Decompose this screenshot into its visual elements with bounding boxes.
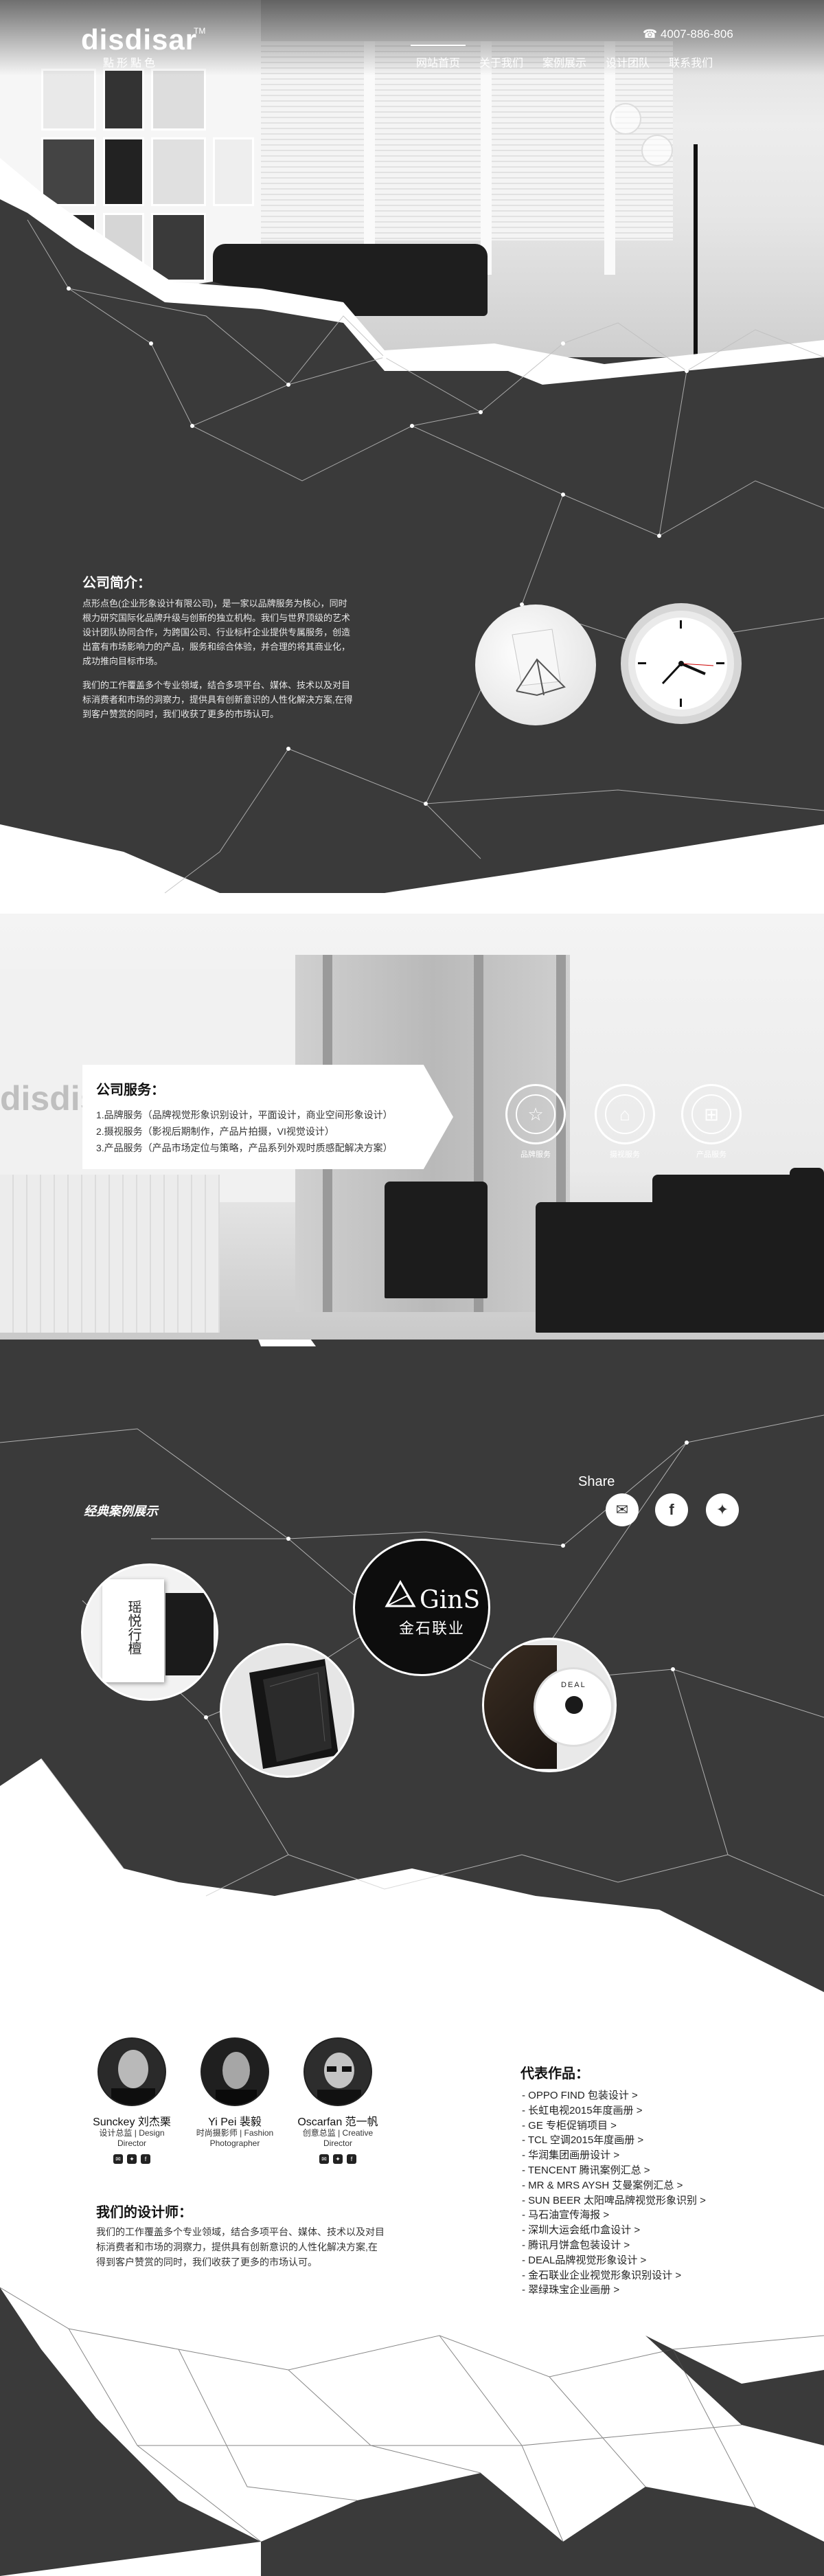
service-line: 1.品牌服务（品牌视觉形象识别设计，平面设计，商业空间形象设计） bbox=[96, 1109, 393, 1120]
avatar-oscarfan[interactable] bbox=[304, 2037, 372, 2106]
about-line: 点形点色(企业形象设计有限公司)，是一家以品牌服务为核心，同时 bbox=[82, 598, 347, 609]
about-title: 公司简介： bbox=[82, 576, 151, 591]
phone-number: ☎ 4007-886-806 bbox=[643, 27, 733, 41]
nav-cases[interactable]: 案例展示 bbox=[533, 54, 596, 70]
chair bbox=[790, 1168, 824, 1333]
services-panel: 公司服务： 1.品牌服务（品牌视觉形象识别设计，平面设计，商业空间形象设计） 2… bbox=[82, 1065, 453, 1169]
service-line: 2.摄视服务（影视后期制作，产品片拍摄，VI视觉设计） bbox=[96, 1126, 334, 1137]
mail-icon[interactable]: ✉ bbox=[319, 2154, 329, 2164]
phone-text: 4007-886-806 bbox=[660, 27, 733, 41]
facebook-icon: f bbox=[669, 1501, 674, 1518]
twitter-icon[interactable]: ✦ bbox=[127, 2154, 137, 2164]
brand-service-label: 品牌服务 bbox=[520, 1151, 551, 1159]
about-line: 设计团队协同合作，为跨国公司、行业标杆企业提供专属服务，创造 bbox=[82, 627, 351, 637]
nav-home[interactable]: 网站首页 bbox=[407, 45, 470, 70]
about-line: 成功推向目标市场。 bbox=[82, 656, 163, 666]
video-service-button[interactable]: ⌂ bbox=[595, 1084, 655, 1144]
case-book[interactable]: 瑶悦行檀 bbox=[81, 1563, 218, 1701]
works-link[interactable]: - SUN BEER 太阳啤品牌视觉形象识别 > bbox=[522, 2193, 706, 2208]
works-link[interactable]: - GE 专柜促销项目 > bbox=[522, 2119, 706, 2134]
case-deal-record[interactable]: DEAL bbox=[482, 1638, 617, 1772]
team-line: 得到客户赞赏的同时，我们收获了更多的市场认可。 bbox=[96, 2257, 317, 2268]
facebook-icon[interactable]: f bbox=[141, 2154, 150, 2164]
deal-text: DEAL bbox=[561, 1681, 586, 1689]
product-stand-image bbox=[475, 605, 596, 725]
gins-logo-cn: 金石联业 bbox=[399, 1620, 466, 1637]
star-icon: ☆ bbox=[516, 1094, 556, 1134]
grid-icon: ⊞ bbox=[691, 1094, 731, 1134]
facebook-icon[interactable]: f bbox=[347, 2154, 356, 2164]
about-line: 我们的工作覆盖多个专业领域，结合多项平台、媒体、技术以及对目 bbox=[82, 680, 351, 690]
camera-icon: ⌂ bbox=[605, 1094, 645, 1134]
team-line: 标消费者和市场的洞察力，提供具有创新意识的人性化解决方案,在 bbox=[96, 2241, 378, 2252]
works-link[interactable]: - 腾讯月饼盒包装设计 > bbox=[522, 2238, 706, 2253]
clock-image bbox=[621, 603, 742, 724]
facebook-share-button[interactable]: f bbox=[655, 1493, 688, 1526]
twitter-icon[interactable]: ✦ bbox=[333, 2154, 343, 2164]
case-gins-logo[interactable]: GinS 金石联业 bbox=[353, 1539, 490, 1676]
designer-social: ✉ ✦ f bbox=[70, 2154, 194, 2164]
brand-service-button[interactable]: ☆ bbox=[505, 1084, 566, 1144]
team-title: 我们的设计师： bbox=[96, 2205, 192, 2220]
works-link[interactable]: - 华润集团画册设计 > bbox=[522, 2148, 706, 2163]
chair bbox=[385, 1182, 488, 1298]
designer-role: Director bbox=[323, 2138, 352, 2148]
avatar-yi-pei[interactable] bbox=[201, 2037, 269, 2106]
works-link[interactable]: - MR & MRS AYSH 艾曼案例汇总 > bbox=[522, 2178, 706, 2193]
designer-name: Oscarfan 范一帆 bbox=[297, 2116, 378, 2128]
mail-icon[interactable]: ✉ bbox=[113, 2154, 123, 2164]
chair bbox=[536, 1202, 666, 1333]
brand-logo-chinese: 點形點色 bbox=[103, 58, 159, 69]
main-nav: 网站首页 关于我们 案例展示 设计团队 联系我们 bbox=[407, 45, 722, 70]
chair bbox=[652, 1175, 810, 1333]
team-text: 我们的工作覆盖多个专业领域，结合多项平台、媒体、技术以及对目 标消费者和市场的洞… bbox=[96, 2224, 439, 2270]
chat-share-button[interactable]: ✉ bbox=[606, 1493, 639, 1526]
cases-title: 经典案例展示 bbox=[84, 1504, 158, 1518]
twitter-icon: ✦ bbox=[716, 1501, 729, 1518]
clock-face bbox=[628, 611, 734, 716]
works-link[interactable]: - TCL 空调2015年度画册 > bbox=[522, 2133, 706, 2148]
works-link[interactable]: - 长虹电视2015年度画册 > bbox=[522, 2103, 706, 2119]
nav-about[interactable]: 关于我们 bbox=[470, 54, 533, 70]
works-link[interactable]: - OPPO FIND 包装设计 > bbox=[522, 2088, 706, 2103]
about-line: 标消费者和市场的洞察力，提供具有创新意识的人性化解决方案,在得 bbox=[82, 694, 353, 705]
case-black-book[interactable] bbox=[220, 1643, 354, 1778]
about-text: 点形点色(企业形象设计有限公司)，是一家以品牌服务为核心，同时 根力研究国际化品… bbox=[82, 596, 439, 721]
phone-icon: ☎ bbox=[643, 27, 661, 41]
works-link[interactable]: - DEAL品牌视觉形象设计 > bbox=[522, 2253, 706, 2268]
about-line: 根力研究国际化品牌升级与创新的独立机构。我们与世界顶级的艺术 bbox=[82, 613, 351, 623]
works-link[interactable]: - 深圳大运会纸巾盒设计 > bbox=[522, 2223, 706, 2238]
works-link[interactable]: - 金石联业企业视觉形象识别设计 > bbox=[522, 2268, 706, 2283]
reception-desk bbox=[0, 1175, 220, 1333]
works-link[interactable]: - 马石油宣传海报 > bbox=[522, 2208, 706, 2223]
works-title: 代表作品： bbox=[520, 2066, 589, 2081]
services-title: 公司服务： bbox=[96, 1083, 165, 1098]
works-link[interactable]: - TENCENT 腾讯案例汇总 > bbox=[522, 2163, 706, 2178]
product-service-button[interactable]: ⊞ bbox=[681, 1084, 742, 1144]
works-link[interactable]: - 翠绿珠宝企业画册 > bbox=[522, 2283, 706, 2298]
about-line: 到客户赞赏的同时，我们收获了更多的市场认可。 bbox=[82, 709, 279, 719]
designer-social: ✉ ✦ f bbox=[276, 2154, 400, 2164]
team-line: 我们的工作覆盖多个专业领域，结合多项平台、媒体、技术以及对目 bbox=[96, 2226, 385, 2237]
book-title: 瑶悦行檀 bbox=[126, 1600, 142, 1655]
trademark-label: TM bbox=[194, 26, 206, 36]
stand-illustration bbox=[512, 629, 566, 697]
service-line: 3.产品服务（产品市场定位与策略，产品系列外观时质感配解决方案） bbox=[96, 1142, 393, 1153]
works-list: - OPPO FIND 包装设计 > - 长虹电视2015年度画册 > - GE… bbox=[522, 2088, 706, 2298]
brand-logo[interactable]: disdisar bbox=[81, 23, 197, 56]
designer-role: 创意总监 | Creative bbox=[302, 2128, 374, 2138]
video-service-label: 摄视服务 bbox=[610, 1151, 640, 1159]
nav-contact[interactable]: 联系我们 bbox=[659, 54, 722, 70]
avatar-sunckey[interactable] bbox=[98, 2037, 166, 2106]
share-label: Share bbox=[578, 1474, 615, 1489]
chat-icon: ✉ bbox=[615, 1501, 629, 1518]
nav-team[interactable]: 设计团队 bbox=[596, 54, 659, 70]
about-line: 出富有市场影响力的产品，服务和综合体验，并合理的将其商业化， bbox=[82, 642, 351, 652]
product-service-label: 产品服务 bbox=[696, 1151, 726, 1159]
gins-logo-text: GinS bbox=[420, 1586, 481, 1614]
twitter-share-button[interactable]: ✦ bbox=[706, 1493, 739, 1526]
